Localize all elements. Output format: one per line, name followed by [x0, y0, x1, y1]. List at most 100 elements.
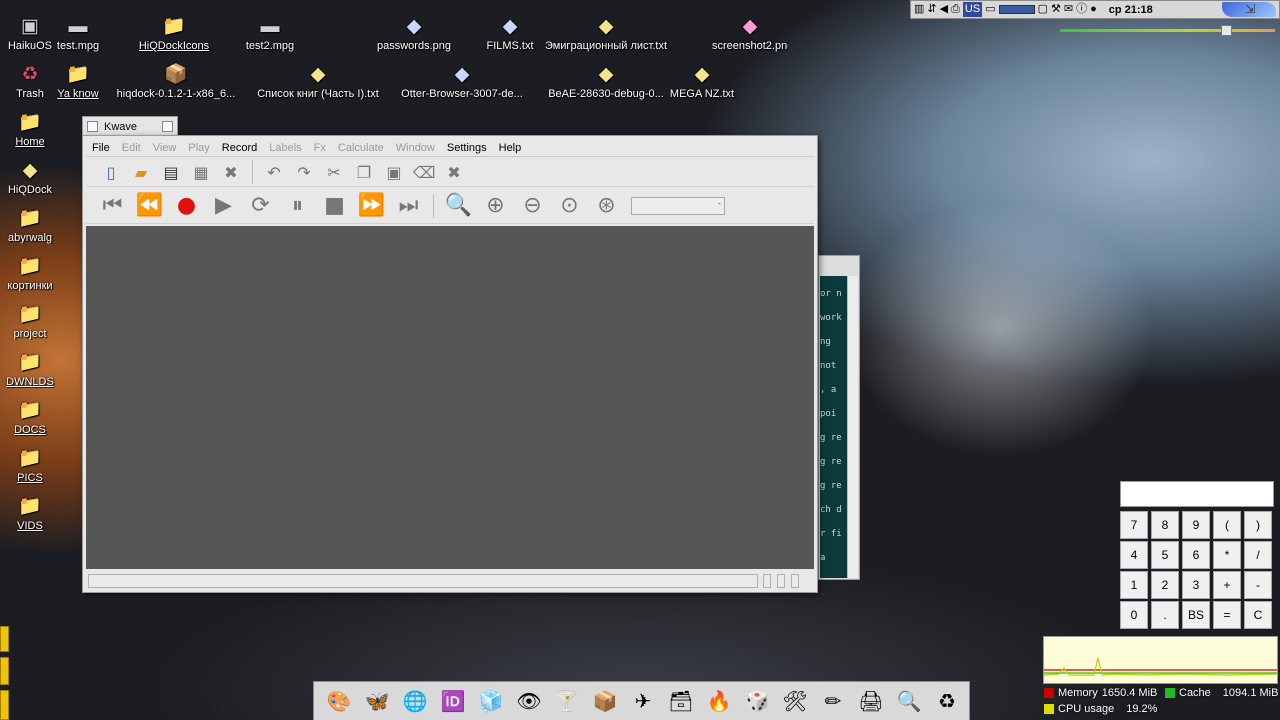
calc-key[interactable]: .: [1151, 601, 1179, 629]
undo-icon[interactable]: ↶: [259, 159, 289, 185]
menu-record[interactable]: Record: [216, 142, 263, 154]
id-badge-icon[interactable]: 🆔: [434, 684, 472, 718]
info-icon[interactable]: ⓘ: [1076, 2, 1087, 17]
butterfly-icon[interactable]: 🦋: [358, 684, 396, 718]
desktop-icon[interactable]: 📁 HiQDockIcons: [136, 14, 212, 52]
cpu-monitor-icon[interactable]: ▭: [985, 2, 995, 17]
globe-icon[interactable]: 🌐: [396, 684, 434, 718]
calc-key[interactable]: 2: [1151, 571, 1179, 599]
archive-icon[interactable]: 🗃: [662, 684, 700, 718]
new-file-icon[interactable]: ▯: [96, 159, 126, 185]
copy-icon[interactable]: ❐: [349, 159, 379, 185]
close-file-icon[interactable]: ✖: [216, 159, 246, 185]
desktop-icon[interactable]: ◆ Otter-Browser-3007-de...: [392, 62, 532, 100]
volume-slider-knob[interactable]: [1221, 25, 1232, 36]
calc-key[interactable]: 1: [1120, 571, 1148, 599]
calc-key[interactable]: ): [1244, 511, 1272, 539]
printer-icon[interactable]: 🖨: [852, 684, 890, 718]
menu-file[interactable]: File: [86, 142, 116, 154]
desktop-icon[interactable]: ◆ Список книг (Часть I).txt: [248, 62, 388, 100]
desktop-icon[interactable]: ▬ test.mpg: [40, 14, 116, 52]
play-icon[interactable]: ▶: [205, 190, 242, 222]
desktop-icon[interactable]: 📁 abyrwalg: [0, 206, 68, 244]
volume-icon[interactable]: ◀: [940, 2, 948, 17]
zoom-icon[interactable]: [162, 121, 173, 132]
calc-key[interactable]: 8: [1151, 511, 1179, 539]
eye-icon[interactable]: 👁: [510, 684, 548, 718]
desktop-icon[interactable]: ▬ test2.mpg: [232, 14, 308, 52]
menu-window[interactable]: Window: [390, 142, 441, 154]
rewind-icon[interactable]: ⏪: [131, 190, 168, 222]
mail-icon[interactable]: ✉: [1064, 2, 1073, 17]
zoom-selection-icon[interactable]: 🔍: [440, 190, 477, 222]
cut-icon[interactable]: ✂: [319, 159, 349, 185]
skip-start-icon[interactable]: ⏮: [94, 190, 131, 222]
desktop-icon[interactable]: ◆ BeAE-28630-debug-0...: [536, 62, 676, 100]
volume-slider[interactable]: [1060, 25, 1275, 36]
wrench-icon[interactable]: ⚒: [1051, 2, 1061, 17]
menu-view[interactable]: View: [147, 142, 183, 154]
zoom-select[interactable]: [631, 196, 725, 215]
calc-key[interactable]: =: [1213, 601, 1241, 629]
loop-icon[interactable]: ⟳: [242, 190, 279, 222]
desktop-icon[interactable]: 📁 project: [0, 302, 68, 340]
redo-icon[interactable]: ↷: [289, 159, 319, 185]
paste-icon[interactable]: ▣: [379, 159, 409, 185]
calc-key[interactable]: /: [1244, 541, 1272, 569]
desktop-icon[interactable]: 📁 DWNLDS: [0, 350, 68, 388]
box-icon[interactable]: 🧊: [472, 684, 510, 718]
zoom-all-icon[interactable]: ⊛: [588, 190, 625, 222]
calc-key[interactable]: 7: [1120, 511, 1148, 539]
chart-icon[interactable]: ▥: [914, 2, 924, 17]
cube-icon[interactable]: 🎲: [738, 684, 776, 718]
menu-fx[interactable]: Fx: [308, 142, 332, 154]
desktop-icon[interactable]: 📦 hiqdock-0.1.2-1-x86_6...: [106, 62, 246, 100]
replicant-handle[interactable]: [0, 626, 9, 652]
desktop-icon[interactable]: 📁 DOCS: [0, 398, 68, 436]
calc-key[interactable]: (: [1213, 511, 1241, 539]
open-folder-icon[interactable]: ▰: [126, 159, 156, 185]
network-icon[interactable]: ⇵: [927, 2, 936, 17]
clock[interactable]: ср 21:18: [1109, 4, 1153, 16]
pencil-icon[interactable]: ✏: [814, 684, 852, 718]
magnifier-icon[interactable]: 🔍: [890, 684, 928, 718]
terminal-scrollbar[interactable]: [847, 276, 858, 578]
zoom-in-icon[interactable]: ⊕: [477, 190, 514, 222]
desktop-icon[interactable]: 📁 Home: [0, 110, 68, 148]
menu-edit[interactable]: Edit: [116, 142, 147, 154]
skip-end-icon[interactable]: ⏭: [390, 190, 427, 222]
menu-calculate[interactable]: Calculate: [332, 142, 390, 154]
forward-icon[interactable]: ⏩: [353, 190, 390, 222]
calc-key[interactable]: 5: [1151, 541, 1179, 569]
calc-key[interactable]: BS: [1182, 601, 1210, 629]
calc-key[interactable]: C: [1244, 601, 1272, 629]
save-as-icon[interactable]: ▦: [186, 159, 216, 185]
calc-key[interactable]: 9: [1182, 511, 1210, 539]
keymap-indicator[interactable]: US: [962, 2, 983, 17]
calc-key[interactable]: 3: [1182, 571, 1210, 599]
replicant-handle[interactable]: [0, 690, 9, 720]
desktop-icon[interactable]: ◆ HiQDock: [0, 158, 68, 196]
menu-labels[interactable]: Labels: [263, 142, 307, 154]
save-icon[interactable]: ▤: [156, 159, 186, 185]
deskbar-expand-icon[interactable]: ⇲: [1245, 2, 1261, 17]
stop-icon[interactable]: ■: [316, 190, 353, 222]
replicant-handle[interactable]: [0, 657, 9, 685]
terminal-screen[interactable]: or n work ng not , a poi g re g re g re ch d r fi a: [820, 276, 848, 578]
plane-icon[interactable]: ✈: [624, 684, 662, 718]
desktop-icon[interactable]: ◆ Эмиграционный лист.txt: [536, 14, 676, 52]
desktop-icon[interactable]: 📁 Ya know: [40, 62, 116, 100]
desktop-icon[interactable]: 📁 PICS: [0, 446, 68, 484]
fire-icon[interactable]: 🔥: [700, 684, 738, 718]
installer-icon[interactable]: 📦: [586, 684, 624, 718]
printer-icon[interactable]: ⎙: [951, 2, 960, 17]
calc-key[interactable]: -: [1244, 571, 1272, 599]
erase-icon[interactable]: ⌫: [409, 159, 439, 185]
paint-icon[interactable]: 🎨: [320, 684, 358, 718]
menu-settings[interactable]: Settings: [441, 142, 493, 154]
desktop-icon[interactable]: 📁 VIDS: [0, 494, 68, 532]
terminal-window[interactable]: or n work ng not , a poi g re g re g re ch d r fi a: [818, 255, 860, 580]
calc-key[interactable]: 0: [1120, 601, 1148, 629]
cocktail-icon[interactable]: 🍸: [548, 684, 586, 718]
calculator-display[interactable]: [1120, 481, 1274, 507]
